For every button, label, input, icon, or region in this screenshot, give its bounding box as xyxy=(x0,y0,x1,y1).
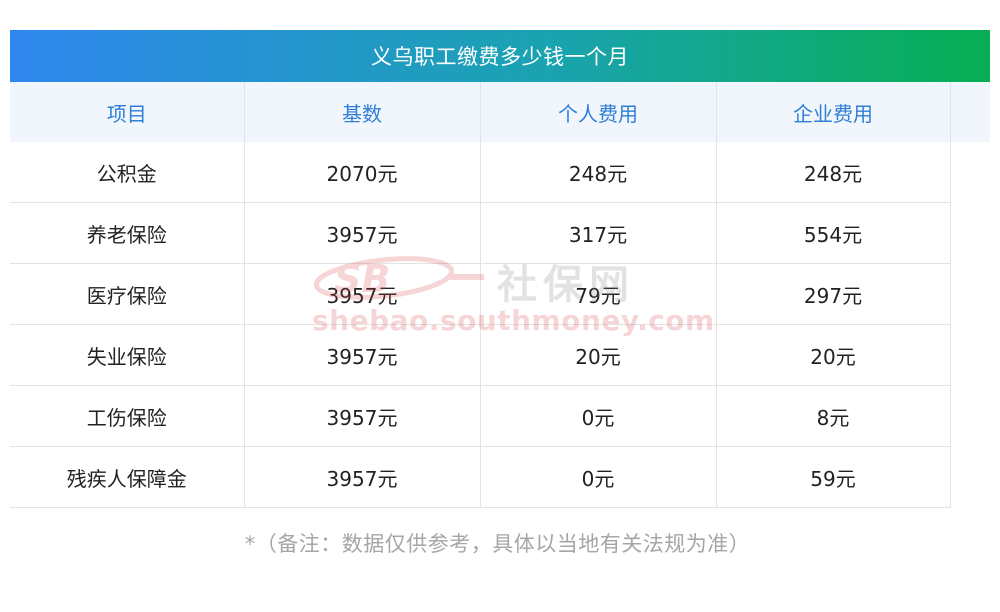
cell-personal-fee: 20元 xyxy=(480,324,717,386)
cell-company-fee: 8元 xyxy=(716,385,951,447)
cell-personal-fee: 0元 xyxy=(480,385,717,447)
cell-item: 公积金 xyxy=(10,142,245,203)
table-row: 公积金 2070元 248元 248元 xyxy=(10,142,990,203)
cell-item: 失业保险 xyxy=(10,324,245,386)
cell-company-fee: 59元 xyxy=(716,446,951,508)
fee-table-container: 项目 基数 个人费用 企业费用 公积金 2070元 248元 248元 养老保险 xyxy=(10,82,990,508)
blank-cell xyxy=(950,264,990,325)
cell-company-fee: 554元 xyxy=(716,202,951,264)
header-base: 基数 xyxy=(244,82,481,142)
cell-company-fee: 20元 xyxy=(716,324,951,386)
cell-base: 2070元 xyxy=(244,142,481,203)
blank-cell xyxy=(950,386,990,447)
header-item: 项目 xyxy=(10,82,245,142)
table-title: 义乌职工缴费多少钱一个月 xyxy=(10,30,990,82)
table-row: 残疾人保障金 3957元 0元 59元 xyxy=(10,446,990,508)
footnote: *（备注：数据仅供参考，具体以当地有关法规为准） xyxy=(244,532,751,556)
cell-base: 3957元 xyxy=(244,385,481,447)
table-row: 工伤保险 3957元 0元 8元 xyxy=(10,385,990,447)
cell-base: 3957元 xyxy=(244,202,481,264)
fee-table: 项目 基数 个人费用 企业费用 公积金 2070元 248元 248元 养老保险 xyxy=(10,82,990,508)
header-personal-fee: 个人费用 xyxy=(480,82,717,142)
blank-cell xyxy=(950,142,990,203)
cell-base: 3957元 xyxy=(244,324,481,386)
cell-item: 养老保险 xyxy=(10,202,245,264)
table-row: 养老保险 3957元 317元 554元 xyxy=(10,202,990,264)
cell-item: 医疗保险 xyxy=(10,263,245,325)
header-row: 项目 基数 个人费用 企业费用 xyxy=(10,82,990,142)
table-body: 公积金 2070元 248元 248元 养老保险 3957元 317元 554元… xyxy=(10,142,990,508)
page: 义乌职工缴费多少钱一个月 项目 基数 个人费用 企业费用 公积金 2070元 2… xyxy=(0,0,1000,612)
cell-personal-fee: 0元 xyxy=(480,446,717,508)
table-row: 失业保险 3957元 20元 20元 xyxy=(10,324,990,386)
cell-personal-fee: 248元 xyxy=(480,142,717,203)
cell-item: 工伤保险 xyxy=(10,385,245,447)
table-header: 项目 基数 个人费用 企业费用 xyxy=(10,82,990,142)
blank-cell xyxy=(950,325,990,386)
blank-cell xyxy=(950,447,990,508)
header-blank-cell xyxy=(950,82,990,142)
table-row: 医疗保险 3957元 79元 297元 xyxy=(10,263,990,325)
cell-base: 3957元 xyxy=(244,263,481,325)
cell-base: 3957元 xyxy=(244,446,481,508)
cell-company-fee: 297元 xyxy=(716,263,951,325)
cell-personal-fee: 317元 xyxy=(480,202,717,264)
cell-item: 残疾人保障金 xyxy=(10,446,245,508)
cell-personal-fee: 79元 xyxy=(480,263,717,325)
blank-cell xyxy=(950,203,990,264)
header-company-fee: 企业费用 xyxy=(716,82,951,142)
cell-company-fee: 248元 xyxy=(716,142,951,203)
